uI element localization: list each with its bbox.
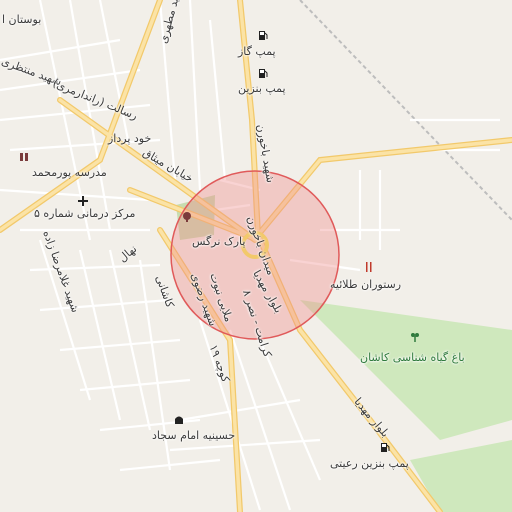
map-view[interactable]: بوستان ا شهید مطهری شهید منتظری رسالت (ر… [0,0,512,512]
label-markaz-darmani: مرکز درمانی شماره ۵ [34,207,136,220]
fuel-pump-icon[interactable] [256,66,270,80]
mosque-icon[interactable] [172,412,186,426]
label-bostan: بوستان ا [2,13,42,26]
label-resturan: رستوران طلائیه [330,278,402,291]
cross-icon[interactable] [76,194,90,208]
label-bagh: باغ گیاه شناسی کاشان [360,351,465,364]
school-icon[interactable] [17,150,31,164]
label-pomp-gaz: پمپ گاز [238,45,276,58]
tree-icon[interactable] [180,210,194,224]
fuel-pump-icon[interactable] [256,28,270,42]
label-hosseiniyeh: حسینیه امام سجاد [152,429,236,442]
label-park-narges: پارک نرگس [192,235,246,248]
label-pomp-benzin: پمپ بنزین [238,82,286,95]
label-pomp-raeeti: پمپ بنزین رعیتی [330,457,409,470]
label-madrese: مدرسه پورمحمد [32,166,107,179]
restaurant-icon[interactable] [362,260,376,274]
fuel-pump-icon[interactable] [378,440,392,454]
label-khod-pardaz: خود پرداز [108,132,152,145]
garden-icon[interactable] [408,330,422,344]
